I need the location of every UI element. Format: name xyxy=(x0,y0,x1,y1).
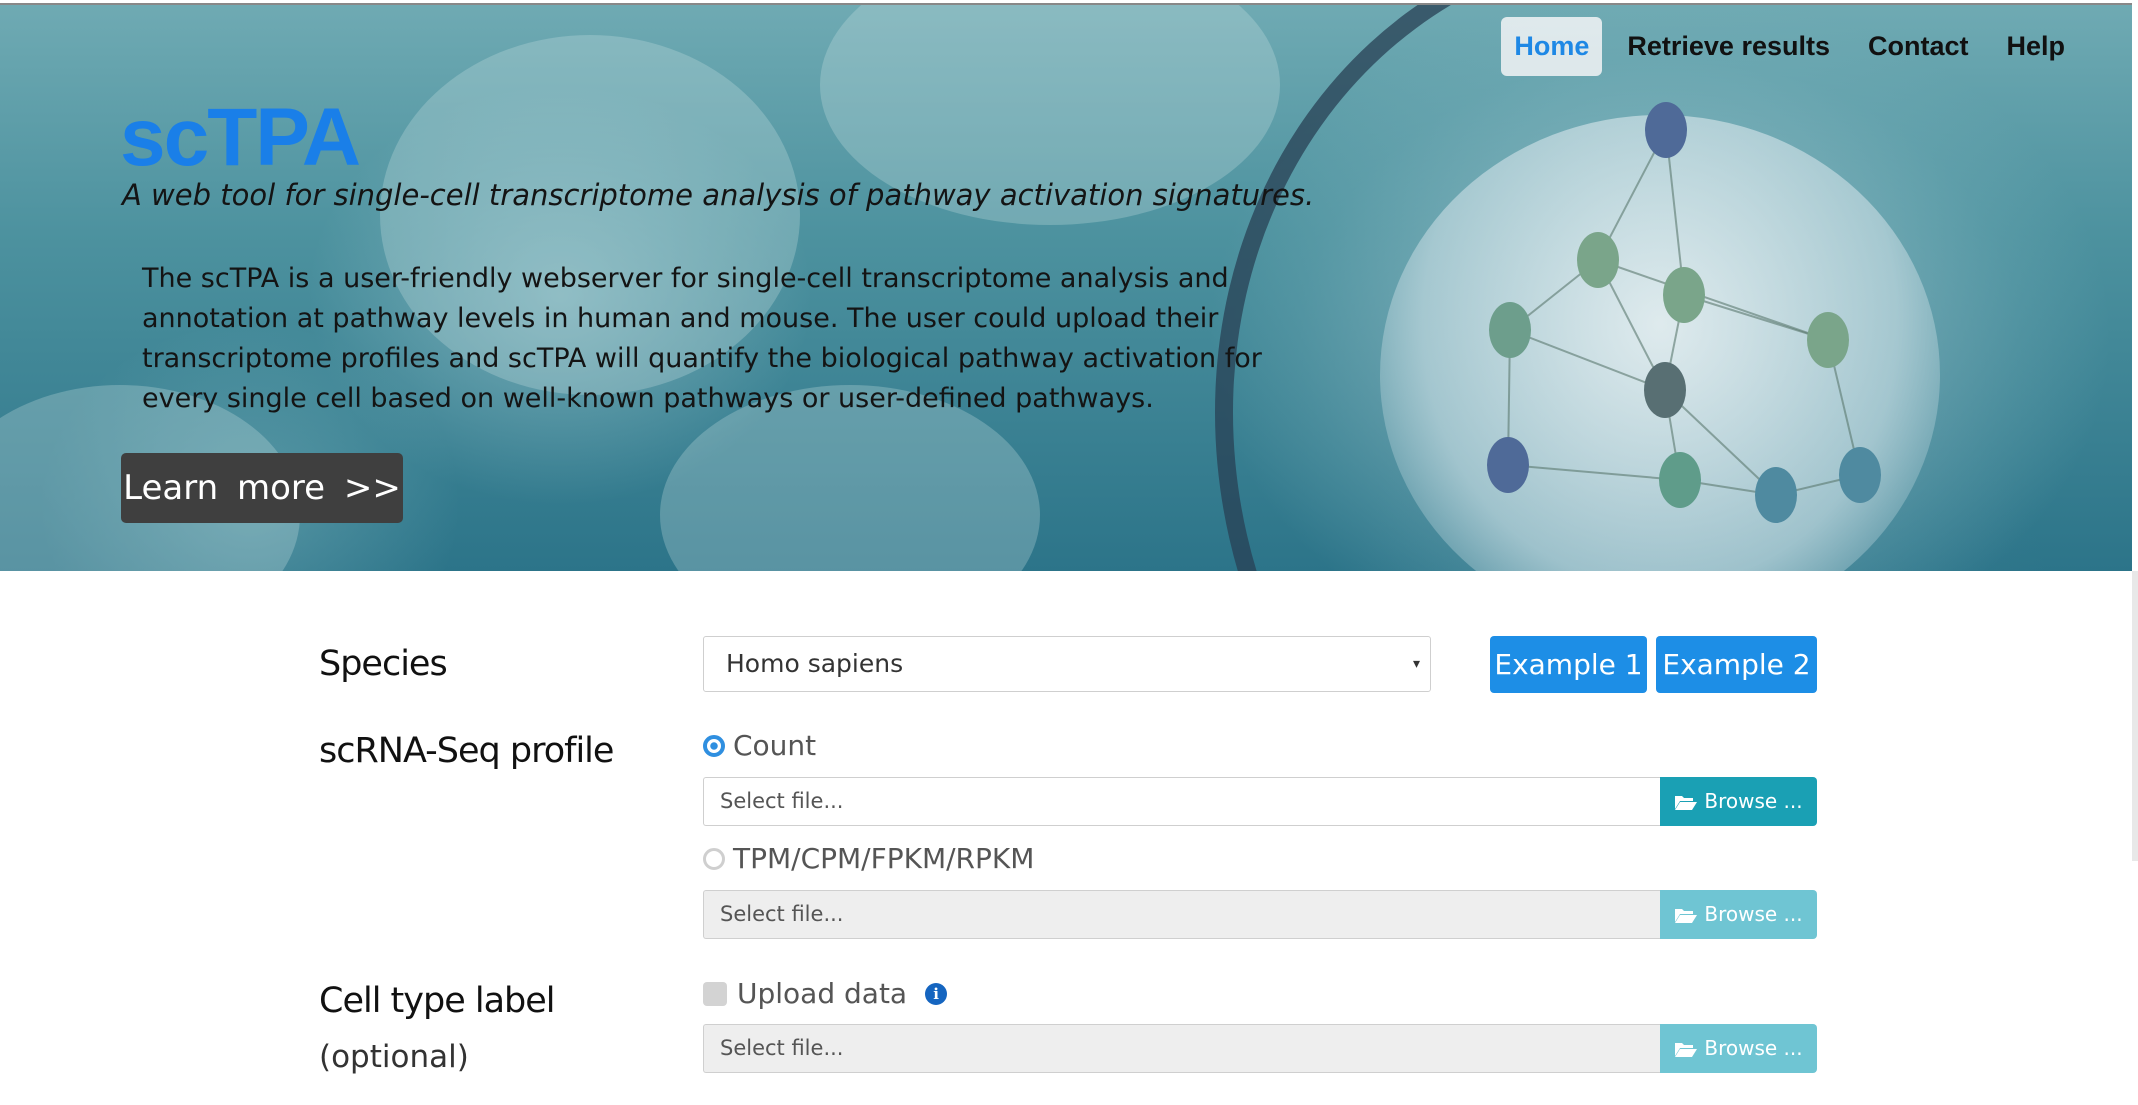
submission-form: Species Homo sapiens ▾ Example 1 Example… xyxy=(0,571,2132,1105)
dropdown-caret-icon: ▾ xyxy=(1412,656,1420,672)
intro-paragraph: The scTPA is a user-friendly webserver f… xyxy=(142,263,1262,414)
folder-open-icon xyxy=(1674,794,1698,810)
folder-open-icon xyxy=(1674,907,1698,923)
upload-data-label: Upload data xyxy=(737,977,908,1010)
folder-open-icon xyxy=(1674,1041,1698,1057)
nav-contact[interactable]: Contact xyxy=(1855,17,1982,76)
tpm-radio-option[interactable]: TPM/CPM/FPKM/RPKM xyxy=(703,842,1034,875)
learn-more-button[interactable]: Learn more >> xyxy=(121,453,403,523)
top-navigation: Home Retrieve results Contact Help xyxy=(1501,17,2078,76)
hero-banner: Home Retrieve results Contact Help scTPA… xyxy=(0,3,2132,573)
count-radio-label: Count xyxy=(733,729,817,762)
site-tagline: A web tool for single-cell transcriptome… xyxy=(122,178,1315,212)
cell-type-optional-note: (optional) xyxy=(319,1039,469,1075)
count-radio[interactable] xyxy=(703,734,725,757)
nav-home[interactable]: Home xyxy=(1501,17,1603,76)
example-1-button[interactable]: Example 1 xyxy=(1490,636,1647,693)
browse-label: Browse ... xyxy=(1704,1036,1803,1060)
info-icon[interactable]: i xyxy=(925,982,948,1005)
upload-data-option[interactable]: Upload data i xyxy=(703,977,948,1010)
species-label: Species xyxy=(319,644,448,684)
count-file-input[interactable]: Select file... xyxy=(703,777,1660,826)
scrna-seq-profile-label: scRNA-Seq profile xyxy=(319,731,614,771)
species-select[interactable]: Homo sapiens ▾ xyxy=(703,636,1431,692)
tpm-browse-button[interactable]: Browse ... xyxy=(1660,890,1817,939)
count-radio-option[interactable]: Count xyxy=(703,729,816,762)
cell-type-file-input[interactable]: Select file... xyxy=(703,1024,1660,1073)
upload-data-checkbox[interactable] xyxy=(703,981,727,1006)
browse-label: Browse ... xyxy=(1704,902,1803,926)
cell-type-browse-button[interactable]: Browse ... xyxy=(1660,1024,1817,1073)
nav-help[interactable]: Help xyxy=(1993,17,2078,76)
site-title: scTPA xyxy=(120,92,361,183)
cell-type-label: Cell type label xyxy=(319,981,556,1021)
count-browse-button[interactable]: Browse ... xyxy=(1660,777,1817,826)
species-selected-value: Homo sapiens xyxy=(726,649,904,678)
tpm-file-input[interactable]: Select file... xyxy=(703,890,1660,939)
nav-retrieve-results[interactable]: Retrieve results xyxy=(1614,17,1843,76)
page-scrollbar[interactable] xyxy=(2132,571,2138,861)
browse-label: Browse ... xyxy=(1704,789,1803,813)
tpm-radio-label: TPM/CPM/FPKM/RPKM xyxy=(733,842,1035,875)
tpm-radio[interactable] xyxy=(703,847,725,870)
example-2-button[interactable]: Example 2 xyxy=(1656,636,1817,693)
